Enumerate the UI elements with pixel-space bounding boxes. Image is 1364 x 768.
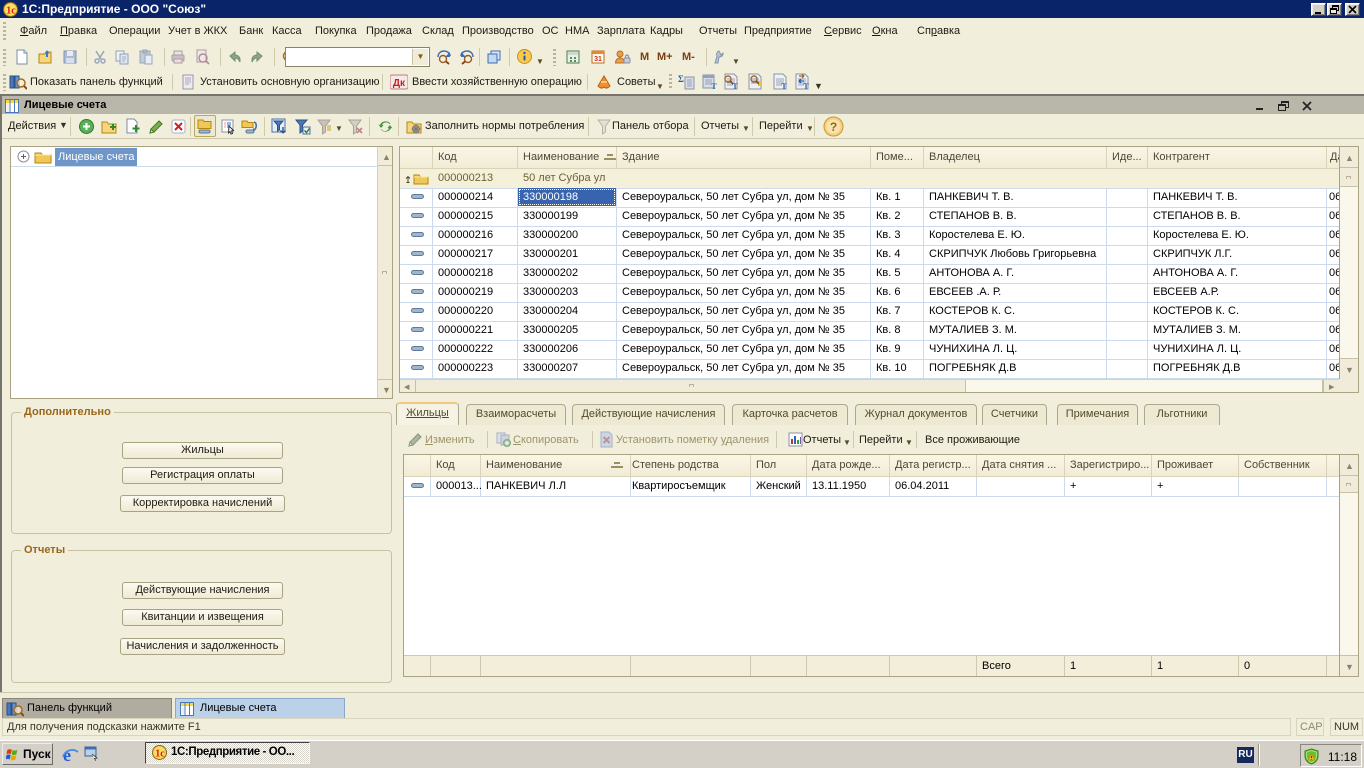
svg-text:T: T bbox=[732, 82, 738, 90]
svg-text:?: ? bbox=[830, 120, 837, 134]
svg-text:T: T bbox=[781, 82, 787, 90]
svg-text:31: 31 bbox=[594, 56, 602, 63]
svg-text:1с: 1с bbox=[155, 749, 165, 760]
svg-text:T: T bbox=[803, 82, 809, 90]
svg-text:1с: 1с bbox=[6, 6, 16, 17]
svg-text:T: T bbox=[711, 82, 717, 90]
svg-text:Σ: Σ bbox=[678, 74, 684, 84]
svg-text:Дк: Дк bbox=[393, 78, 406, 89]
